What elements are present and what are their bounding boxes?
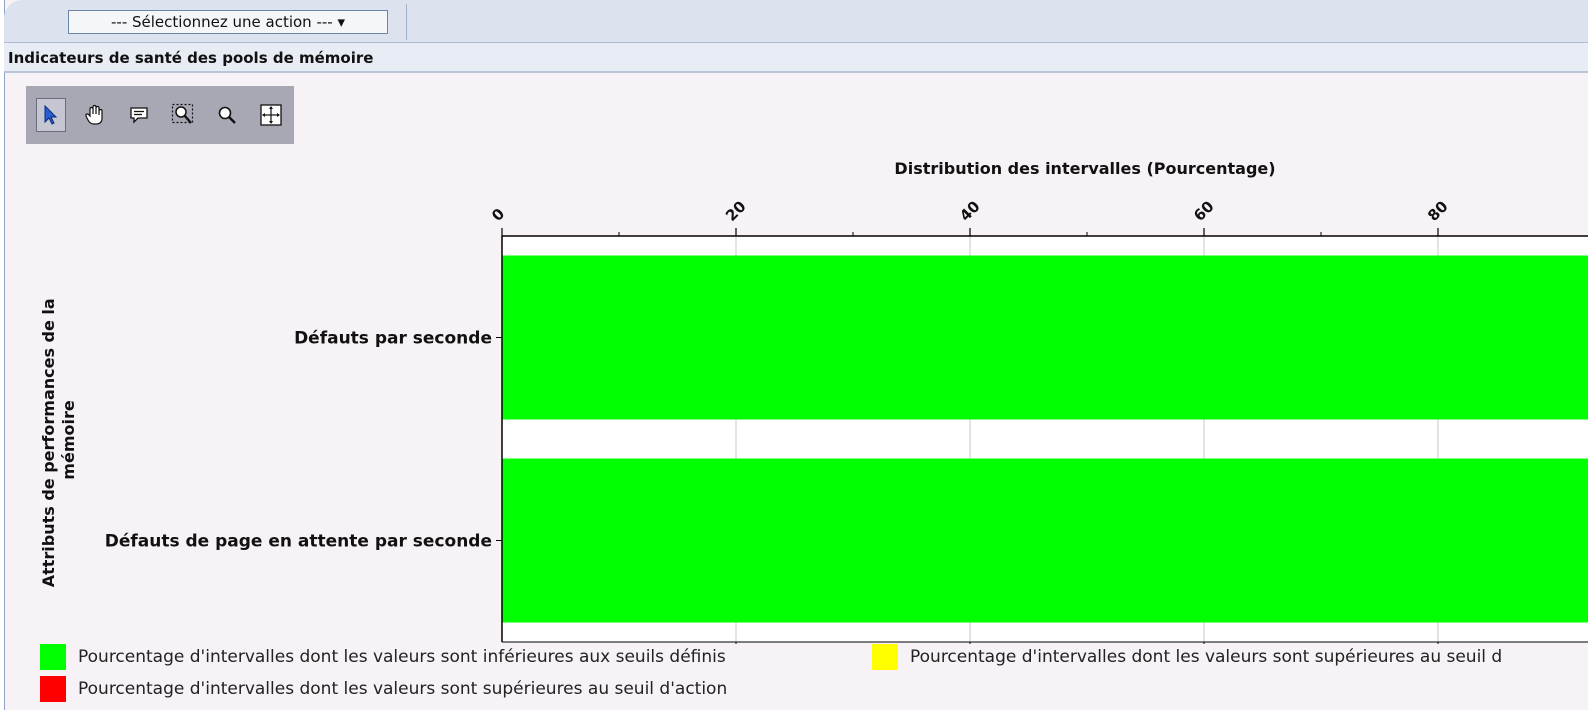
y-category-label: Défauts de page en attente par seconde <box>105 532 492 552</box>
x-tick-label: 40 <box>956 197 983 224</box>
legend-swatch-green <box>40 644 66 670</box>
x-tick-label: 80 <box>1424 197 1451 224</box>
y-axis-label: Attributs de performances de la mémoire <box>39 293 78 588</box>
x-tick-label: 20 <box>722 197 749 224</box>
bar-1[interactable] <box>502 255 1588 420</box>
chart-legend: Pourcentage d'intervalles dont les valeu… <box>40 644 1588 710</box>
y-axis-label-line-2: mémoire <box>59 400 78 480</box>
legend-item-below-thresholds: Pourcentage d'intervalles dont les valeu… <box>40 644 726 670</box>
legend-item-above-action: Pourcentage d'intervalles dont les valeu… <box>40 676 727 702</box>
legend-label: Pourcentage d'intervalles dont les valeu… <box>910 647 1503 667</box>
legend-swatch-red <box>40 676 66 702</box>
interval-distribution-chart: Défauts par seconde Défauts de page en at… <box>39 159 1588 644</box>
legend-item-above-warning: Pourcentage d'intervalles dont les valeu… <box>872 644 1502 670</box>
legend-swatch-yellow <box>872 644 898 670</box>
chart-title: Distribution des intervalles (Pourcentag… <box>894 159 1275 178</box>
bar-2[interactable] <box>502 458 1588 623</box>
x-tick-label: 60 <box>1190 197 1217 224</box>
x-tick-label: 0 <box>488 205 508 225</box>
y-axis-label-line-1: Attributs de performances de la <box>39 298 58 587</box>
legend-label: Pourcentage d'intervalles dont les valeu… <box>78 679 728 699</box>
y-category-label: Défauts par seconde <box>294 329 492 349</box>
legend-label: Pourcentage d'intervalles dont les valeu… <box>78 647 726 667</box>
